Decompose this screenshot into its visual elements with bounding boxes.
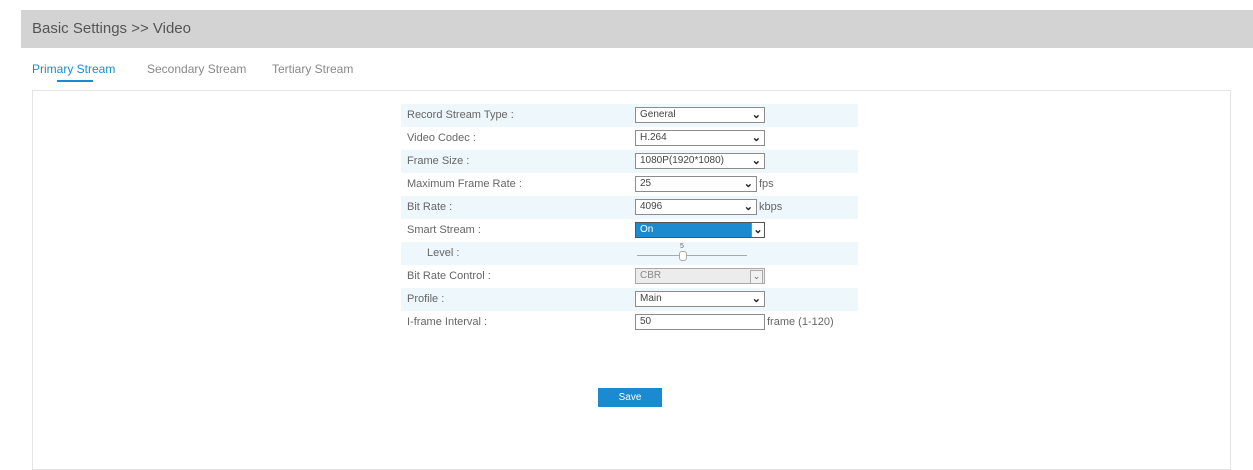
- bit-rate-control-value: CBR: [640, 270, 662, 281]
- smart-stream-value: On: [640, 224, 654, 235]
- bit-rate-label: Bit Rate :: [407, 201, 453, 213]
- row-video-codec: Video Codec : H.264 ⌄: [401, 127, 858, 150]
- chevron-down-icon: ⌄: [743, 201, 753, 213]
- frame-size-select[interactable]: 1080P(1920*1080) ⌄: [635, 153, 765, 169]
- row-profile: Profile : Main ⌄: [401, 288, 858, 311]
- tab-secondary-stream[interactable]: Secondary Stream: [147, 62, 246, 76]
- profile-value: Main: [640, 293, 662, 304]
- iframe-interval-unit: frame (1-120): [767, 316, 834, 328]
- record-stream-type-label: Record Stream Type :: [407, 109, 514, 121]
- profile-label: Profile :: [407, 293, 445, 305]
- page-header: Basic Settings >> Video: [21, 10, 1253, 48]
- level-slider-track[interactable]: [637, 255, 747, 256]
- fps-unit: fps: [759, 178, 774, 190]
- row-bit-rate: Bit Rate : 4096 ⌄ kbps: [401, 196, 858, 219]
- chevron-down-icon: ⌄: [751, 155, 761, 167]
- row-max-frame-rate: Maximum Frame Rate : 25 ⌄ fps: [401, 173, 858, 196]
- row-record-stream-type: Record Stream Type : General ⌄: [401, 104, 858, 127]
- max-frame-rate-label: Maximum Frame Rate :: [407, 178, 522, 190]
- smart-stream-select[interactable]: On ⌄: [635, 222, 765, 238]
- level-label: Level :: [427, 247, 460, 259]
- profile-select[interactable]: Main ⌄: [635, 291, 765, 307]
- row-level: Level : 5: [401, 242, 858, 265]
- chevron-down-icon: ⌄: [751, 109, 761, 121]
- kbps-unit: kbps: [759, 201, 783, 213]
- video-codec-label: Video Codec :: [407, 132, 476, 144]
- max-frame-rate-value: 25: [640, 178, 652, 189]
- chevron-down-icon: ⌄: [751, 223, 764, 237]
- tab-tertiary-stream[interactable]: Tertiary Stream: [272, 62, 353, 76]
- breadcrumb: Basic Settings >> Video: [32, 20, 191, 37]
- row-iframe-interval: I-frame Interval : 50 frame (1-120): [401, 311, 858, 334]
- iframe-interval-input[interactable]: 50: [635, 314, 765, 330]
- video-settings-form: Record Stream Type : General ⌄ Video Cod…: [401, 104, 858, 334]
- iframe-interval-label: I-frame Interval :: [407, 316, 488, 328]
- chevron-down-icon: ⌄: [743, 178, 753, 190]
- bit-rate-value: 4096: [640, 201, 663, 212]
- row-smart-stream: Smart Stream : On ⌄: [401, 219, 858, 242]
- video-codec-value: H.264: [640, 132, 667, 143]
- smart-stream-label: Smart Stream :: [407, 224, 481, 236]
- bit-rate-control-select: CBR ⌄: [635, 268, 765, 284]
- video-codec-select[interactable]: H.264 ⌄: [635, 130, 765, 146]
- iframe-interval-value: 50: [640, 316, 652, 327]
- save-button[interactable]: Save: [598, 388, 662, 407]
- record-stream-type-select[interactable]: General ⌄: [635, 107, 765, 123]
- active-tab-indicator: [57, 80, 93, 82]
- frame-size-label: Frame Size :: [407, 155, 470, 167]
- chevron-down-icon: ⌄: [751, 132, 761, 144]
- frame-size-value: 1080P(1920*1080): [640, 155, 724, 166]
- level-slider-handle[interactable]: [679, 251, 687, 261]
- chevron-down-icon: ⌄: [750, 270, 763, 284]
- max-frame-rate-select[interactable]: 25 ⌄: [635, 176, 757, 192]
- row-frame-size: Frame Size : 1080P(1920*1080) ⌄: [401, 150, 858, 173]
- bit-rate-control-label: Bit Rate Control :: [407, 270, 491, 282]
- chevron-down-icon: ⌄: [751, 293, 761, 305]
- row-bit-rate-control: Bit Rate Control : CBR ⌄: [401, 265, 858, 288]
- bit-rate-select[interactable]: 4096 ⌄: [635, 199, 757, 215]
- level-value: 5: [680, 243, 684, 250]
- record-stream-type-value: General: [640, 109, 676, 120]
- tab-primary-stream[interactable]: Primary Stream: [32, 62, 115, 76]
